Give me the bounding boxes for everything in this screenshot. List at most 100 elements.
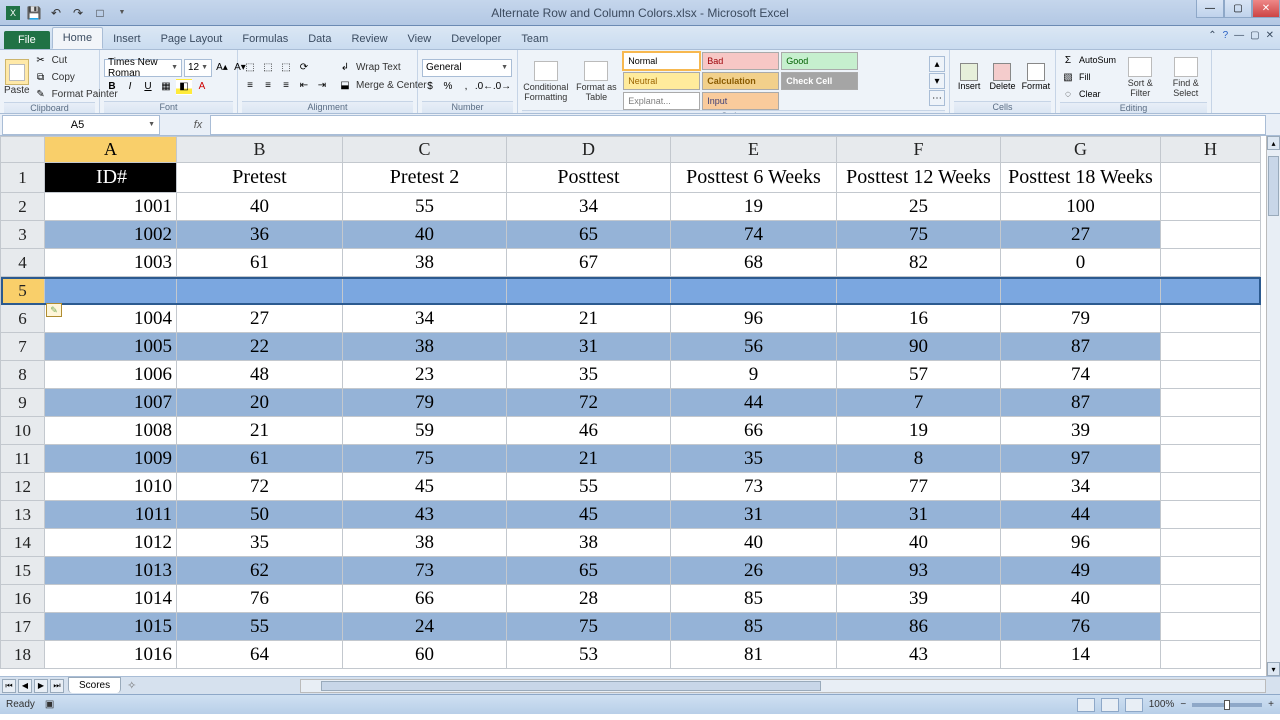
zoom-in-icon[interactable]: + [1268, 699, 1274, 710]
cell-G16[interactable]: 40 [1001, 585, 1161, 613]
next-sheet-icon[interactable]: ▶ [34, 679, 48, 693]
minimize-ribbon-icon[interactable]: ⌃ [1208, 30, 1216, 41]
cell-B18[interactable]: 64 [177, 641, 343, 669]
tab-home[interactable]: Home [52, 27, 103, 49]
cell-E10[interactable]: 66 [671, 417, 837, 445]
cell-G3[interactable]: 27 [1001, 221, 1161, 249]
header-cell[interactable]: Posttest 12 Weeks [837, 163, 1001, 193]
row-header-7[interactable]: 7 [1, 333, 45, 361]
style-cell-normal[interactable]: Normal [623, 52, 700, 70]
zoom-out-icon[interactable]: − [1180, 699, 1186, 710]
cell-D16[interactable]: 28 [507, 585, 671, 613]
zoom-level[interactable]: 100% [1149, 699, 1175, 710]
cell-A12[interactable]: 1010 [45, 473, 177, 501]
cell-A11[interactable]: 1009 [45, 445, 177, 473]
cell-G4[interactable]: 0 [1001, 249, 1161, 277]
header-cell[interactable]: Posttest [507, 163, 671, 193]
cell-B9[interactable]: 20 [177, 389, 343, 417]
cell-C18[interactable]: 60 [343, 641, 507, 669]
row-header-17[interactable]: 17 [1, 613, 45, 641]
cell-B5[interactable] [177, 277, 343, 305]
horizontal-scrollbar[interactable] [300, 679, 1266, 693]
column-header-B[interactable]: B [177, 137, 343, 163]
cell-G8[interactable]: 74 [1001, 361, 1161, 389]
header-cell[interactable]: Posttest 6 Weeks [671, 163, 837, 193]
cell-F6[interactable]: 16 [837, 305, 1001, 333]
paste-button[interactable]: Paste [4, 59, 30, 96]
cell-E2[interactable]: 19 [671, 193, 837, 221]
row-header-6[interactable]: 6 [1, 305, 45, 333]
cell-C5[interactable] [343, 277, 507, 305]
cell-A4[interactable]: 1003 [45, 249, 177, 277]
cell-F13[interactable]: 31 [837, 501, 1001, 529]
cell-D18[interactable]: 53 [507, 641, 671, 669]
header-cell[interactable]: Pretest [177, 163, 343, 193]
cell-F14[interactable]: 40 [837, 529, 1001, 557]
row-header-9[interactable]: 9 [1, 389, 45, 417]
macro-record-icon[interactable]: ▣ [45, 699, 54, 710]
cell-B10[interactable]: 21 [177, 417, 343, 445]
delete-cells-button[interactable]: Delete [987, 63, 1017, 91]
cell-C2[interactable]: 55 [343, 193, 507, 221]
cell-H8[interactable] [1161, 361, 1261, 389]
underline-button[interactable]: U [140, 79, 156, 95]
insert-options-icon[interactable]: ✎ [46, 303, 62, 317]
row-header-1[interactable]: 1 [1, 163, 45, 193]
cell-A16[interactable]: 1014 [45, 585, 177, 613]
cell-B11[interactable]: 61 [177, 445, 343, 473]
window-close2-icon[interactable]: ✕ [1266, 30, 1274, 41]
cell-C12[interactable]: 45 [343, 473, 507, 501]
tab-developer[interactable]: Developer [441, 29, 511, 49]
cell-E6[interactable]: 96 [671, 305, 837, 333]
cell-C9[interactable]: 79 [343, 389, 507, 417]
cell-F7[interactable]: 90 [837, 333, 1001, 361]
page-layout-view-icon[interactable] [1101, 698, 1119, 712]
cell-A5[interactable] [45, 277, 177, 305]
cell-C17[interactable]: 24 [343, 613, 507, 641]
cell-D8[interactable]: 35 [507, 361, 671, 389]
cell-B15[interactable]: 62 [177, 557, 343, 585]
column-header-E[interactable]: E [671, 137, 837, 163]
cell-B12[interactable]: 72 [177, 473, 343, 501]
style-cell-bad[interactable]: Bad [702, 52, 779, 70]
cell-D15[interactable]: 65 [507, 557, 671, 585]
format-cells-button[interactable]: Format [1021, 63, 1051, 91]
align-right-icon[interactable]: ≡ [278, 78, 294, 94]
cell-G15[interactable]: 49 [1001, 557, 1161, 585]
decrease-decimal-icon[interactable]: .0→ [494, 79, 510, 95]
cell-E3[interactable]: 74 [671, 221, 837, 249]
cell-F8[interactable]: 57 [837, 361, 1001, 389]
cell-E15[interactable]: 26 [671, 557, 837, 585]
column-header-A[interactable]: A [45, 137, 177, 163]
align-middle-icon[interactable]: ⬚ [260, 60, 276, 76]
column-header-F[interactable]: F [837, 137, 1001, 163]
scroll-thumb[interactable] [1268, 156, 1279, 216]
row-header-8[interactable]: 8 [1, 361, 45, 389]
cell-B4[interactable]: 61 [177, 249, 343, 277]
autosum-button[interactable]: ΣAutoSum [1060, 52, 1116, 68]
cell-G11[interactable]: 97 [1001, 445, 1161, 473]
tab-page-layout[interactable]: Page Layout [151, 29, 233, 49]
tab-team[interactable]: Team [511, 29, 558, 49]
cell-H18[interactable] [1161, 641, 1261, 669]
cell-E13[interactable]: 31 [671, 501, 837, 529]
zoom-slider[interactable] [1192, 703, 1262, 707]
cell-C4[interactable]: 38 [343, 249, 507, 277]
cell-styles-gallery[interactable]: NormalBadGoodNeutralCalculationCheck Cel… [623, 52, 926, 110]
column-header-D[interactable]: D [507, 137, 671, 163]
italic-button[interactable]: I [122, 79, 138, 95]
cell-G17[interactable]: 76 [1001, 613, 1161, 641]
last-sheet-icon[interactable]: ⏭ [50, 679, 64, 693]
cell-A13[interactable]: 1011 [45, 501, 177, 529]
first-sheet-icon[interactable]: ⏮ [2, 679, 16, 693]
cell-B16[interactable]: 76 [177, 585, 343, 613]
column-header-G[interactable]: G [1001, 137, 1161, 163]
format-as-table-button[interactable]: Format as Table [573, 61, 621, 102]
gallery-down-icon[interactable]: ▾ [929, 73, 945, 89]
row-header-3[interactable]: 3 [1, 221, 45, 249]
align-center-icon[interactable]: ≡ [260, 78, 276, 94]
cell-A3[interactable]: 1002 [45, 221, 177, 249]
border-button[interactable]: ▦ [158, 79, 174, 95]
cell-A17[interactable]: 1015 [45, 613, 177, 641]
cell-G9[interactable]: 87 [1001, 389, 1161, 417]
